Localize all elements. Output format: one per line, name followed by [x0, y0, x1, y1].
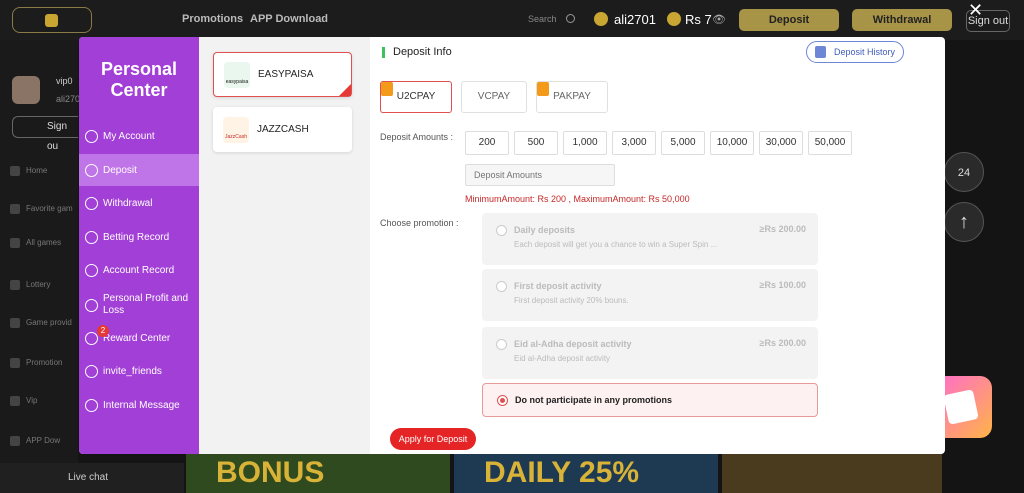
promotion-daily-deposits[interactable]: Daily deposits Each deposit will get you… — [482, 213, 818, 265]
promotion-radio[interactable] — [496, 281, 507, 292]
eye-icon[interactable]: 👁 — [712, 13, 726, 26]
withdrawal-icon — [85, 196, 98, 210]
deposit-panel: Deposit Info Deposit History U2CPAY VCPA… — [370, 37, 945, 454]
menu-betting-record[interactable]: Betting Record — [79, 221, 199, 253]
amount-option[interactable]: 200 — [465, 131, 509, 155]
menu-account-record[interactable]: Account Record — [79, 254, 199, 286]
deposit-button[interactable]: Deposit — [739, 9, 839, 31]
invite-icon — [85, 364, 98, 378]
amount-option[interactable]: 10,000 — [710, 131, 754, 155]
channel-u2cpay[interactable]: U2CPAY — [380, 81, 452, 113]
avatar — [12, 76, 40, 104]
sidebar-item-lottery[interactable]: Lottery — [10, 280, 50, 290]
site-logo[interactable] — [12, 7, 92, 33]
deposit-amount-input[interactable] — [465, 164, 615, 186]
profit-loss-icon — [85, 298, 98, 312]
menu-invite-friends[interactable]: invite_friends — [79, 355, 199, 387]
amount-option[interactable]: 3,000 — [612, 131, 656, 155]
withdrawal-button[interactable]: Withdrawal — [852, 9, 952, 31]
channel-pakpay[interactable]: PAKPAY — [536, 81, 608, 113]
top-bar: Promotions APP Download Search ali2701 R… — [0, 0, 1024, 40]
choose-promotion-label: Choose promotion : — [380, 218, 459, 228]
method-jazzcash[interactable]: JazzCash JAZZCASH — [213, 107, 352, 152]
account-record-icon — [85, 263, 98, 277]
hot-flag-icon — [537, 82, 549, 96]
user-icon — [594, 12, 608, 26]
menu-withdrawal[interactable]: Withdrawal — [79, 187, 199, 219]
personal-center-modal: Personal Center My Account Deposit Withd… — [79, 37, 945, 454]
promotion-radio[interactable] — [496, 339, 507, 350]
deposit-info-heading: Deposit Info — [382, 47, 452, 58]
live-chat-button[interactable]: Live chat — [0, 463, 184, 493]
method-easypaisa[interactable]: easypaisa EASYPAISA — [213, 52, 352, 97]
search-input[interactable]: Search — [528, 14, 557, 24]
promotion-eid-al-adha[interactable]: Eid al-Adha deposit activity Eid al-Adha… — [482, 327, 818, 379]
vip-level: vip0 — [56, 76, 73, 86]
24h-service-icon[interactable]: 24 — [944, 152, 984, 192]
message-icon — [85, 398, 98, 412]
coin-icon — [667, 12, 681, 26]
apply-for-deposit-button[interactable]: Apply for Deposit — [390, 428, 476, 450]
nav-promotions[interactable]: Promotions — [182, 13, 243, 25]
sidebar-item-vip[interactable]: Vip — [10, 396, 37, 406]
menu-reward-center[interactable]: 2 Reward Center — [79, 322, 199, 354]
bonus-banner[interactable]: BONUS — [186, 454, 450, 493]
betting-record-icon — [85, 230, 98, 244]
easypaisa-logo-icon: easypaisa — [224, 61, 250, 88]
background-sidebar: vip0 ali270 Sign ou Home Favorite gam Al… — [0, 40, 81, 493]
personal-center-title: Personal Center — [100, 59, 178, 100]
personal-center-sidebar: Personal Center My Account Deposit Withd… — [79, 37, 199, 454]
deposit-amounts-label: Deposit Amounts : — [380, 132, 454, 142]
scroll-top-icon[interactable]: ↑ — [944, 202, 984, 242]
min-max-amount: MinimumAmount: Rs 200 , MaximumAmount: R… — [465, 194, 690, 204]
deposit-icon — [85, 163, 98, 177]
game-banner[interactable] — [722, 454, 942, 493]
nav-app-download[interactable]: APP Download — [250, 13, 328, 25]
promotion-radio-selected[interactable] — [497, 395, 508, 406]
promotion-first-deposit[interactable]: First deposit activity First deposit act… — [482, 269, 818, 321]
reward-badge: 2 — [97, 325, 109, 337]
sidebar-item-game-provider[interactable]: Game provid — [10, 318, 72, 328]
daily-banner[interactable]: DAILY 25% — [454, 454, 718, 493]
selected-corner-icon — [339, 84, 351, 96]
hot-flag-icon — [381, 82, 393, 96]
reward-icon — [85, 331, 98, 345]
amount-option[interactable]: 500 — [514, 131, 558, 155]
username: ali2701 — [614, 12, 656, 27]
payment-methods: easypaisa EASYPAISA JazzCash JAZZCASH — [199, 37, 370, 454]
account-icon — [85, 129, 98, 143]
menu-deposit[interactable]: Deposit — [79, 154, 199, 186]
search-icon[interactable] — [566, 14, 575, 23]
sidebar-item-app-download[interactable]: APP Dow — [10, 436, 60, 446]
sidebar-item-all-games[interactable]: All games — [10, 238, 61, 248]
channel-vcpay[interactable]: VCPAY — [461, 81, 527, 113]
logo-icon — [45, 14, 58, 27]
sidebar-item-promotion[interactable]: Promotion — [10, 358, 62, 368]
promotion-none[interactable]: Do not participate in any promotions — [482, 383, 818, 417]
amount-option[interactable]: 30,000 — [759, 131, 803, 155]
deposit-history-button[interactable]: Deposit History — [806, 41, 904, 63]
menu-my-account[interactable]: My Account — [79, 120, 199, 152]
amount-option[interactable]: 50,000 — [808, 131, 852, 155]
sidebar-sign-out[interactable]: Sign ou — [12, 116, 78, 152]
sidebar-item-favorite[interactable]: Favorite gam — [10, 204, 73, 214]
promotion-radio[interactable] — [496, 225, 507, 236]
menu-profit-loss[interactable]: Personal Profit and Loss — [79, 288, 199, 322]
menu-internal-message[interactable]: Internal Message — [79, 389, 199, 421]
amount-option[interactable]: 5,000 — [661, 131, 705, 155]
balance: Rs 7 — [685, 12, 712, 27]
close-icon[interactable]: ✕ — [968, 0, 983, 21]
sidebar-item-home[interactable]: Home — [10, 166, 47, 176]
amount-option[interactable]: 1,000 — [563, 131, 607, 155]
history-icon — [815, 46, 826, 58]
user-short: ali270 — [56, 94, 81, 104]
jazzcash-logo-icon: JazzCash — [223, 116, 249, 143]
